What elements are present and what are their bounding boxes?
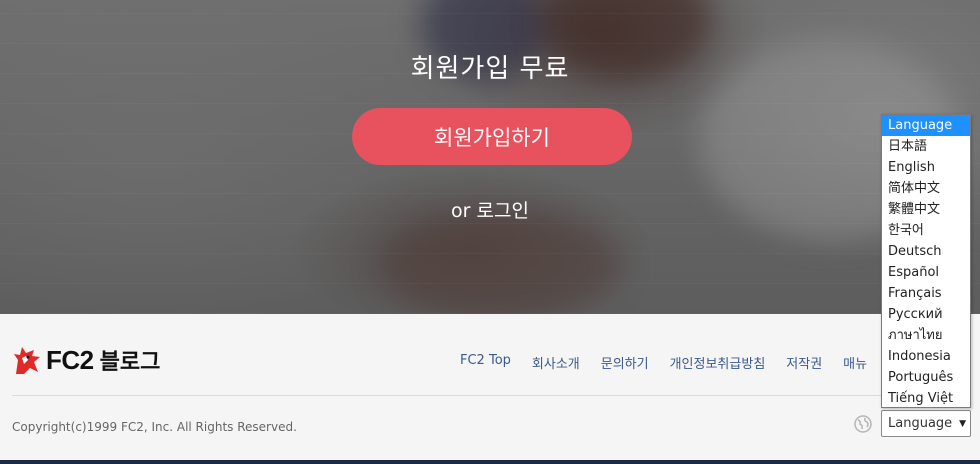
footer-link-contact[interactable]: 문의하기 [601,353,649,372]
chevron-down-icon: ▼ [959,419,966,429]
signup-button[interactable]: 회원가입하기 [352,108,632,165]
language-option-traditional-chinese[interactable]: 繁體中文 [882,199,970,220]
footer-link-copyright[interactable]: 저작권 [786,353,822,372]
language-option-default[interactable]: Language [882,115,970,136]
copyright-text: Copyright(c)1999 FC2, Inc. All Rights Re… [12,420,297,434]
language-option-japanese[interactable]: 日本語 [882,136,970,157]
language-select-value: Language [888,416,953,431]
footer-link-manual[interactable]: 매뉴 [843,353,867,372]
language-option-german[interactable]: Deutsch [882,241,970,262]
login-link[interactable]: or 로그인 [0,196,980,223]
hero-title: 회원가입 무료 [410,54,570,84]
language-option-thai[interactable]: ภาษาไทย [882,325,970,346]
fc2-logo-icon [14,347,40,374]
language-option-portuguese[interactable]: Português [882,367,970,388]
language-option-french[interactable]: Français [882,283,970,304]
hero-banner: 회원가입 무료 회원가입하기 or 로그인 [0,0,980,314]
fc2-blog-logo[interactable]: FC2 블로그 [12,344,160,376]
language-option-korean[interactable]: 한국어 [882,220,970,241]
language-option-vietnamese[interactable]: Tiếng Việt [882,388,970,409]
language-option-english[interactable]: English [882,157,970,178]
footer-link-fc2-top[interactable]: FC2 Top [460,353,511,372]
footer [0,314,980,460]
language-dropdown-list: Language 日本語 English 简体中文 繁體中文 한국어 Deuts… [881,114,971,408]
language-option-spanish[interactable]: Español [882,262,970,283]
footer-divider [12,395,968,396]
footer-nav: FC2 Top 회사소개 문의하기 개인정보취급방침 저작권 매뉴 [460,353,888,372]
page-bottom-border [0,460,980,464]
footer-link-privacy[interactable]: 개인정보취급방침 [670,353,766,372]
logo-subtext: 블로그 [99,350,161,375]
globe-icon [854,415,872,433]
language-option-simplified-chinese[interactable]: 简体中文 [882,178,970,199]
language-option-indonesian[interactable]: Indonesia [882,346,970,367]
language-option-russian[interactable]: Русский [882,304,970,325]
language-select[interactable]: Language ▼ [881,410,971,437]
footer-link-company[interactable]: 회사소개 [532,353,580,372]
logo-text: FC2 [46,344,94,375]
